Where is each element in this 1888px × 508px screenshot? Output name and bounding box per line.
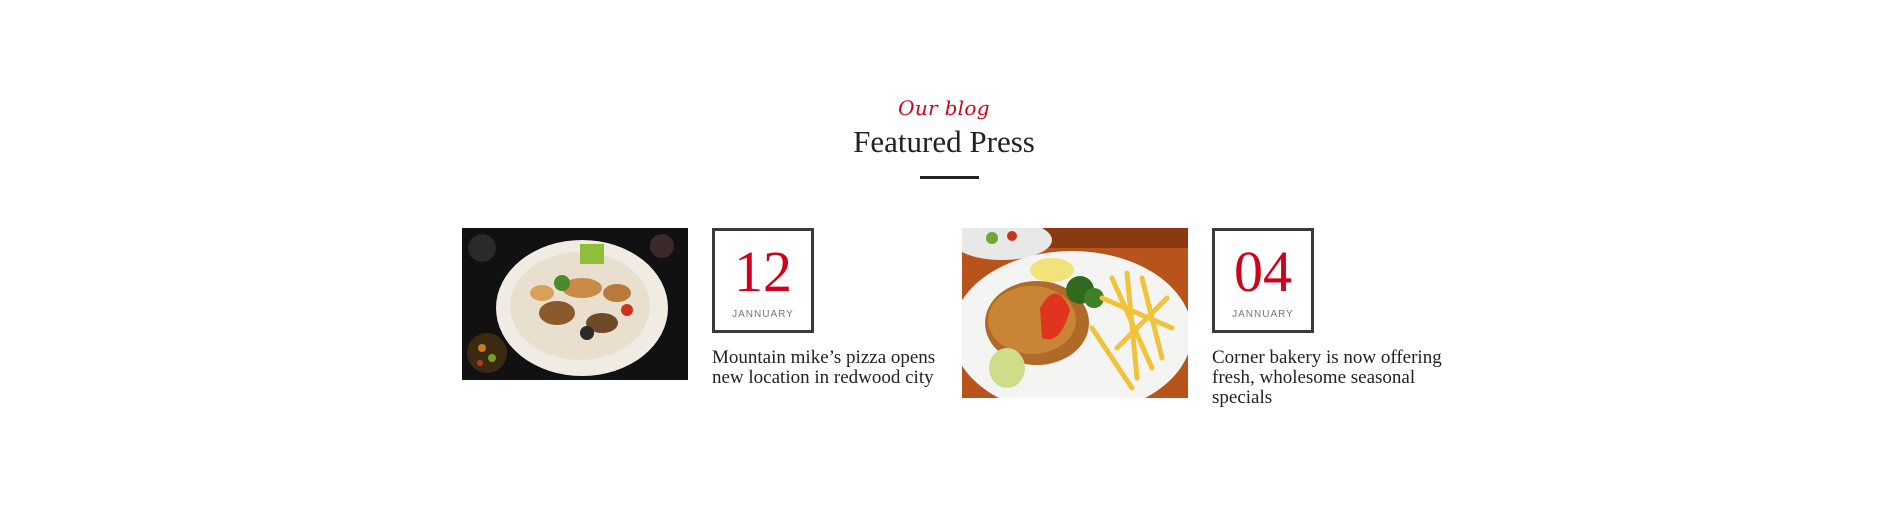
title-divider: [920, 176, 979, 179]
section-header: Our blog Featured Press: [0, 96, 1888, 160]
post-thumbnail-schnitzel[interactable]: [962, 228, 1188, 398]
post-date-month: JANNUARY: [1232, 309, 1294, 320]
post-title-link[interactable]: Mountain mike’s pizza opens new location…: [712, 348, 942, 388]
seafood-platter-photo: [462, 228, 688, 380]
section-title: Featured Press: [853, 124, 1035, 159]
post-thumbnail-seafood[interactable]: [462, 228, 688, 380]
section-eyebrow: Our blog: [898, 96, 990, 120]
post-date-month: JANNUARY: [732, 309, 794, 320]
post-date-badge: 04 JANNUARY: [1212, 228, 1314, 333]
schnitzel-and-fries-photo: [962, 228, 1188, 398]
post-date-day: 12: [734, 239, 792, 304]
post-title-link[interactable]: Corner bakery is now offering fresh, who…: [1212, 348, 1442, 408]
post-date-day: 04: [1234, 239, 1292, 304]
post-date-badge: 12 JANNUARY: [712, 228, 814, 333]
